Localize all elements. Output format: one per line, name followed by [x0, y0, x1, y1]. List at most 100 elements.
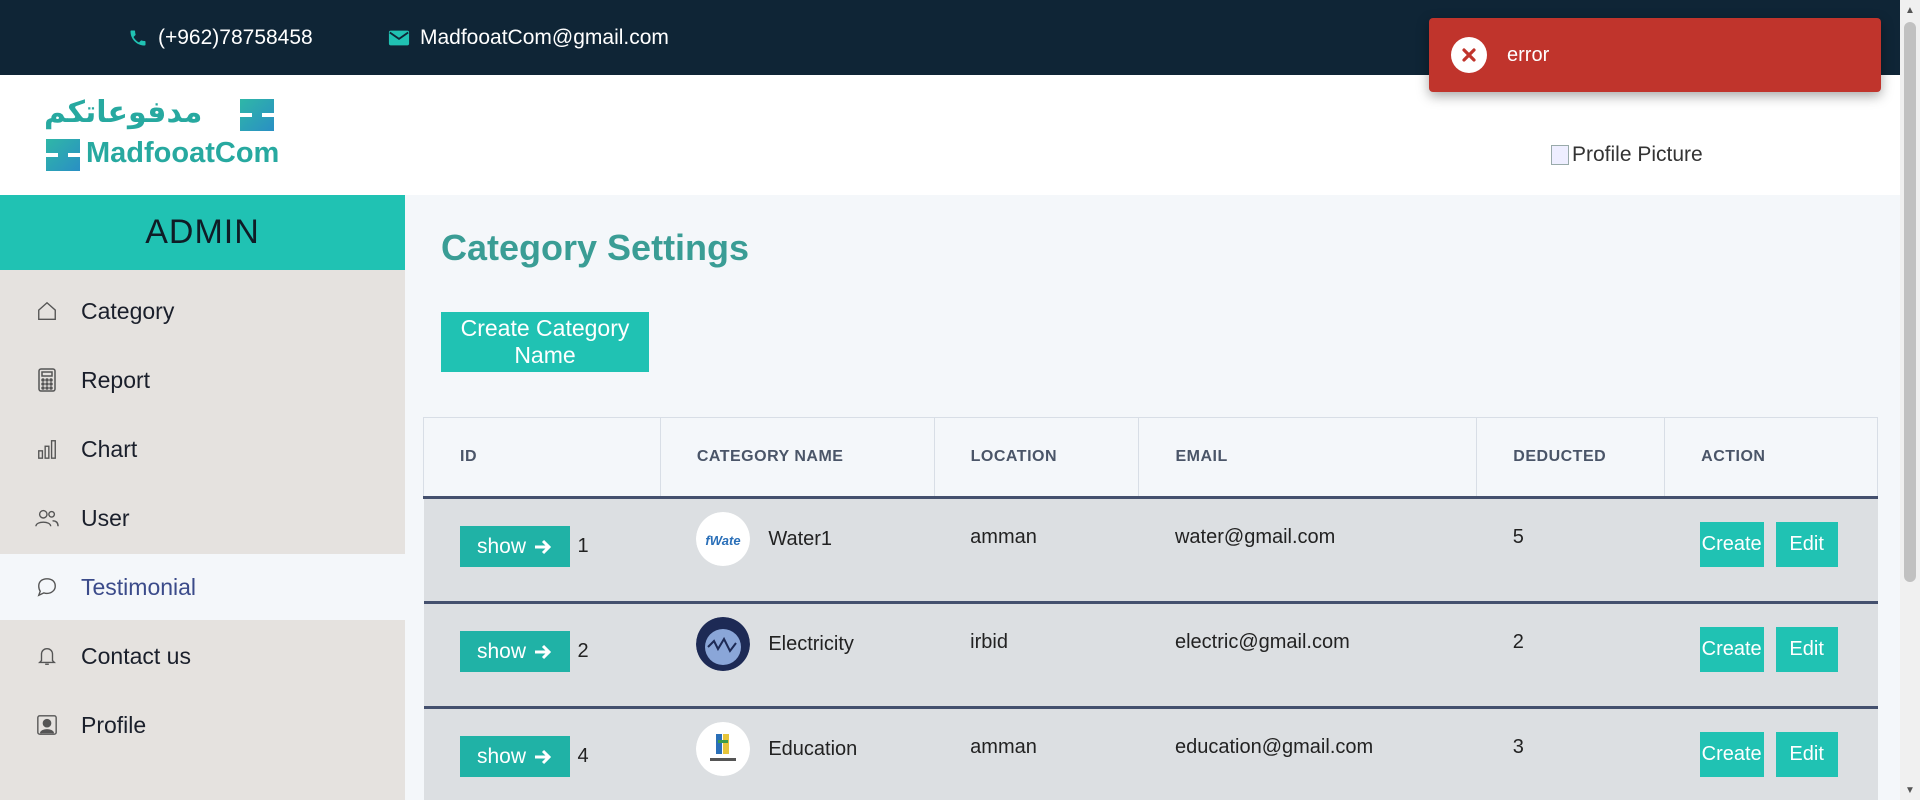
sidebar-item-contact-us[interactable]: Contact us: [0, 623, 405, 689]
category-image[interactable]: fWate: [696, 512, 751, 566]
sidebar-item-user[interactable]: User: [0, 485, 405, 551]
sidebar-item-chart[interactable]: Chart: [0, 416, 405, 482]
email-address: MadfooatCom@gmail.com: [420, 25, 669, 49]
logo-english-text: MadfooatCom: [86, 137, 280, 169]
sidebar-item-label: User: [81, 504, 130, 531]
edit-button[interactable]: Edit: [1775, 522, 1838, 567]
page-title: Category Settings: [441, 227, 750, 268]
admin-sidebar: ADMIN Category Report Chart User Testimo…: [0, 195, 405, 800]
row-id: 2: [577, 640, 589, 662]
create-button[interactable]: Create: [1699, 732, 1764, 777]
scroll-down-arrow-icon[interactable]: ▼: [1900, 780, 1920, 800]
logo-arabic-text: مدفوعاتكم: [44, 95, 203, 130]
deducted-cell: 5: [1476, 497, 1665, 604]
sidebar-heading: ADMIN: [0, 195, 405, 270]
deducted-cell: 2: [1476, 602, 1665, 709]
sidebar-item-label: Testimonial: [81, 573, 197, 600]
bar-chart-icon: [35, 437, 59, 461]
column-header-deducted: DEDUCTED: [1476, 417, 1666, 499]
create-button[interactable]: Create: [1699, 627, 1764, 672]
column-header-action: ACTION: [1664, 417, 1878, 499]
create-button[interactable]: Create: [1699, 522, 1764, 567]
home-icon: [35, 299, 59, 323]
show-label: show: [476, 744, 527, 768]
category-name-cell: Education: [660, 707, 935, 800]
error-toast[interactable]: error: [1429, 18, 1881, 92]
logo-mark-icon: [46, 139, 80, 171]
action-cell: Create Edit: [1664, 602, 1878, 709]
sidebar-item-report[interactable]: Report: [0, 347, 405, 413]
broken-image-icon: [1551, 145, 1569, 165]
toast-message: error: [1507, 43, 1550, 66]
category-table: ID CATEGORY NAME LOCATION EMAIL DEDUCTED…: [423, 417, 1878, 800]
category-name-cell: fWate Water1: [660, 497, 935, 604]
column-header-id: ID: [423, 417, 661, 499]
envelope-icon: [388, 30, 410, 45]
arrow-right-icon: [535, 644, 552, 659]
show-button[interactable]: show: [459, 526, 570, 567]
action-cell: Create Edit: [1664, 707, 1878, 800]
sidebar-item-label: Chart: [81, 435, 138, 462]
action-cell: Create Edit: [1664, 497, 1878, 604]
location-cell: irbid: [934, 602, 1139, 709]
column-header-email: EMAIL: [1138, 417, 1478, 499]
id-cell: show 2: [423, 602, 661, 709]
create-category-button[interactable]: Create Category Name: [441, 312, 649, 372]
sidebar-item-label: Report: [81, 366, 151, 393]
sidebar-item-profile[interactable]: Profile: [0, 692, 405, 758]
show-label: show: [476, 534, 527, 558]
arrow-right-icon: [535, 539, 552, 554]
sidebar-menu: Category Report Chart User Testimonial C…: [0, 270, 405, 758]
scrollbar-thumb[interactable]: [1904, 22, 1916, 582]
madfooatcom-logo[interactable]: مدفوعاتكم MadfooatCom: [40, 95, 290, 177]
show-button[interactable]: show: [459, 736, 570, 777]
phone-number: (+962)78758458: [158, 25, 313, 49]
table-row: show 4 Education amman education@gmail.co…: [423, 707, 1878, 800]
edit-button[interactable]: Edit: [1775, 627, 1838, 672]
svg-text:fWate: fWate: [706, 533, 741, 548]
column-header-location: LOCATION: [933, 417, 1140, 499]
phone-contact[interactable]: (+962)78758458: [128, 0, 313, 75]
sidebar-item-category[interactable]: Category: [0, 278, 405, 344]
calculator-icon: [35, 368, 59, 392]
bell-icon: [35, 644, 59, 668]
email-cell: electric@gmail.com: [1138, 602, 1477, 709]
email-cell: education@gmail.com: [1138, 707, 1477, 800]
table-header-row: ID CATEGORY NAME LOCATION EMAIL DEDUCTED…: [423, 417, 1878, 499]
arrow-right-icon: [535, 749, 552, 764]
edit-button[interactable]: Edit: [1775, 732, 1838, 777]
show-label: show: [476, 639, 527, 663]
table-row: show 1 fWate Water1 amman water@gmail.com…: [423, 497, 1878, 604]
profile-icon: [35, 713, 59, 737]
location-cell: amman: [934, 707, 1139, 800]
sidebar-item-label: Category: [81, 297, 175, 324]
site-header: مدفوعاتكم MadfooatCom Profile Picture: [0, 75, 1900, 195]
email-contact[interactable]: MadfooatCom@gmail.com: [388, 0, 669, 75]
category-name: Water1: [768, 527, 833, 550]
email-cell: water@gmail.com: [1138, 497, 1477, 604]
row-id: 1: [577, 535, 589, 557]
error-icon: [1451, 37, 1487, 73]
category-name: Education: [768, 737, 858, 760]
category-name: Electricity: [768, 632, 854, 655]
page-scrollbar[interactable]: ▲ ▼: [1900, 0, 1920, 800]
scroll-up-arrow-icon[interactable]: ▲: [1900, 0, 1920, 20]
row-id: 4: [577, 745, 589, 767]
column-header-category-name: CATEGORY NAME: [659, 417, 935, 499]
profile-picture-alt-text: Profile Picture: [1572, 143, 1703, 166]
location-cell: amman: [934, 497, 1139, 604]
id-cell: show 1: [423, 497, 661, 604]
deducted-cell: 3: [1476, 707, 1665, 800]
users-icon: [35, 506, 59, 530]
category-image[interactable]: [696, 722, 751, 776]
phone-icon: [130, 30, 146, 45]
logo-mark-icon: [240, 99, 274, 131]
profile-picture[interactable]: Profile Picture: [1551, 143, 1703, 167]
id-cell: show 4: [423, 707, 661, 800]
sidebar-item-label: Contact us: [81, 642, 191, 669]
show-button[interactable]: show: [459, 631, 570, 672]
category-image[interactable]: [696, 617, 751, 671]
sidebar-item-testimonial[interactable]: Testimonial: [0, 554, 405, 620]
main-content: Category Settings Create Category Name I…: [405, 195, 1900, 800]
category-name-cell: Electricity: [660, 602, 935, 709]
